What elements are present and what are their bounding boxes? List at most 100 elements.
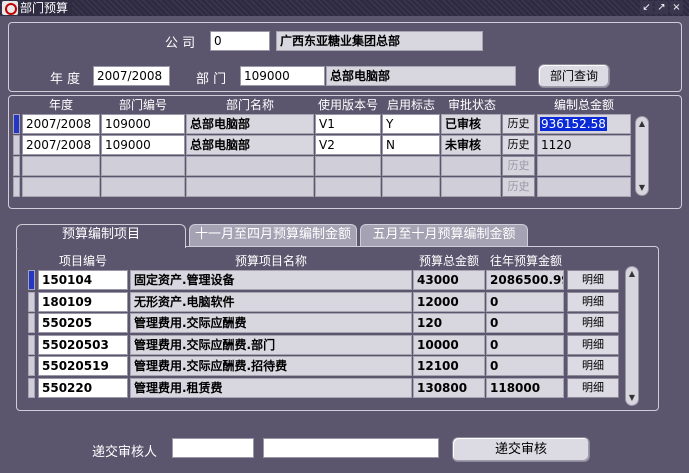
item-prev-cell: 0 bbox=[486, 313, 564, 333]
col-flag: 启用标志 bbox=[386, 98, 435, 112]
grid1-scrollbar[interactable]: ▲ ▼ bbox=[635, 116, 649, 196]
empty-cell[interactable] bbox=[22, 177, 100, 197]
grid1-year-cell[interactable]: 2007/2008 bbox=[22, 114, 100, 134]
tab-budget-items[interactable]: 预算编制项目 bbox=[16, 224, 186, 248]
scroll-down-icon[interactable]: ▼ bbox=[627, 393, 637, 403]
row-indicator[interactable] bbox=[13, 114, 20, 134]
tab-nov-apr[interactable]: 十一月至四月预算编制金额 bbox=[189, 224, 357, 246]
item-prev-cell: 2086500.99 bbox=[486, 270, 564, 290]
col-item-code: 项目编号 bbox=[58, 254, 107, 268]
col-item-prev: 往年预算金额 bbox=[489, 254, 562, 268]
grid1-status-cell: 已审核 bbox=[441, 114, 501, 134]
item-code-cell[interactable]: 55020519 bbox=[38, 356, 128, 376]
grid1-version-cell[interactable]: V2 bbox=[315, 135, 381, 155]
grid1-version-cell[interactable]: V1 bbox=[315, 114, 381, 134]
item-prev-cell: 118000 bbox=[486, 378, 564, 398]
item-code-cell[interactable]: 550205 bbox=[38, 313, 128, 333]
item-name-cell: 无形资产.电脑软件 bbox=[130, 292, 412, 312]
empty-cell bbox=[186, 156, 314, 176]
empty-cell[interactable] bbox=[537, 177, 631, 197]
title-bar: 部门预算 ↙ ↗ × bbox=[0, 0, 689, 16]
empty-cell[interactable] bbox=[101, 177, 185, 197]
item-name-cell: 管理费用.交际应酬费.部门 bbox=[130, 335, 412, 355]
grid1-year-cell[interactable]: 2007/2008 bbox=[22, 135, 100, 155]
empty-cell[interactable] bbox=[22, 156, 100, 176]
scroll-up-icon[interactable]: ▲ bbox=[627, 269, 637, 279]
grid1-dept-code-cell[interactable]: 109000 bbox=[101, 135, 185, 155]
submit-review-button[interactable]: 递交审核 bbox=[452, 437, 590, 462]
year-field[interactable]: 2007/2008 bbox=[93, 66, 170, 86]
row-indicator[interactable] bbox=[13, 177, 20, 197]
item-total-cell: 12000 bbox=[413, 292, 485, 312]
detail-button[interactable]: 明细 bbox=[567, 292, 619, 312]
grid1-amount-cell[interactable]: 936152.58 bbox=[537, 114, 631, 134]
grid2-scrollbar[interactable]: ▲ ▼ bbox=[625, 266, 639, 406]
detail-button[interactable]: 明细 bbox=[567, 335, 619, 355]
row-indicator[interactable] bbox=[28, 378, 35, 398]
row-indicator[interactable] bbox=[28, 292, 35, 312]
grid1-amount-cell[interactable]: 1120 bbox=[537, 135, 631, 155]
grid1-flag-cell[interactable]: Y bbox=[382, 114, 440, 134]
col-dept-code: 部门编号 bbox=[118, 98, 167, 112]
tab-may-oct[interactable]: 五月至十月预算编制金额 bbox=[360, 224, 528, 246]
detail-button[interactable]: 明细 bbox=[567, 356, 619, 376]
year-label: 年 度 bbox=[50, 72, 81, 87]
history-button-disabled: 历史 bbox=[502, 177, 535, 197]
item-code-cell[interactable]: 55020503 bbox=[38, 335, 128, 355]
item-prev-cell: 0 bbox=[486, 335, 564, 355]
item-name-cell: 管理费用.交际应酬费 bbox=[130, 313, 412, 333]
detail-button[interactable]: 明细 bbox=[567, 378, 619, 398]
row-indicator[interactable] bbox=[28, 313, 35, 333]
dept-name-field: 总部电脑部 bbox=[326, 66, 516, 86]
dept-label: 部 门 bbox=[196, 72, 227, 87]
col-item-total: 预算总金额 bbox=[418, 254, 479, 268]
history-button-disabled: 历史 bbox=[502, 156, 535, 176]
row-indicator[interactable] bbox=[13, 135, 20, 155]
grid1-flag-cell[interactable]: N bbox=[382, 135, 440, 155]
item-code-cell[interactable]: 150104 bbox=[38, 270, 128, 290]
row-indicator[interactable] bbox=[28, 335, 35, 355]
empty-cell[interactable] bbox=[315, 177, 381, 197]
col-status: 审批状态 bbox=[447, 98, 496, 112]
empty-cell bbox=[441, 177, 501, 197]
maximize-icon[interactable]: ↗ bbox=[655, 1, 668, 14]
company-label: 公 司 bbox=[165, 36, 196, 51]
detail-button[interactable]: 明细 bbox=[567, 313, 619, 333]
row-indicator[interactable] bbox=[28, 356, 35, 376]
item-total-cell: 130800 bbox=[413, 378, 485, 398]
item-total-cell: 43000 bbox=[413, 270, 485, 290]
empty-cell[interactable] bbox=[382, 177, 440, 197]
scroll-down-icon[interactable]: ▼ bbox=[637, 183, 647, 193]
reviewer-name-field[interactable] bbox=[263, 438, 439, 458]
item-prev-cell: 0 bbox=[486, 292, 564, 312]
dept-query-button[interactable]: 部门查询 bbox=[538, 64, 610, 88]
detail-button[interactable]: 明细 bbox=[567, 270, 619, 290]
dept-code-field[interactable]: 109000 bbox=[240, 66, 325, 86]
company-code-field[interactable]: 0 bbox=[210, 31, 270, 51]
empty-cell bbox=[186, 177, 314, 197]
item-total-cell: 12100 bbox=[413, 356, 485, 376]
company-name-field: 广西东亚糖业集团总部 bbox=[276, 31, 483, 51]
empty-cell[interactable] bbox=[537, 156, 631, 176]
history-button[interactable]: 历史 bbox=[502, 135, 535, 155]
item-total-cell: 10000 bbox=[413, 335, 485, 355]
item-code-cell[interactable]: 550220 bbox=[38, 378, 128, 398]
grid1-status-cell: 未审核 bbox=[441, 135, 501, 155]
item-name-cell: 管理费用.租赁费 bbox=[130, 378, 412, 398]
history-button[interactable]: 历史 bbox=[502, 114, 535, 134]
item-code-cell[interactable]: 180109 bbox=[38, 292, 128, 312]
grid1-dept-name-cell: 总部电脑部 bbox=[186, 114, 314, 134]
empty-cell[interactable] bbox=[382, 156, 440, 176]
empty-cell[interactable] bbox=[101, 156, 185, 176]
close-icon[interactable]: × bbox=[670, 1, 683, 14]
col-dept-name: 部门名称 bbox=[225, 98, 274, 112]
grid1-dept-code-cell[interactable]: 109000 bbox=[101, 114, 185, 134]
scroll-up-icon[interactable]: ▲ bbox=[637, 119, 647, 129]
row-indicator[interactable] bbox=[13, 156, 20, 176]
row-indicator[interactable] bbox=[28, 270, 35, 290]
reviewer-code-field[interactable] bbox=[172, 438, 254, 458]
empty-cell[interactable] bbox=[315, 156, 381, 176]
window-title: 部门预算 bbox=[20, 0, 73, 16]
col-year: 年度 bbox=[48, 98, 73, 112]
minimize-icon[interactable]: ↙ bbox=[640, 1, 653, 14]
